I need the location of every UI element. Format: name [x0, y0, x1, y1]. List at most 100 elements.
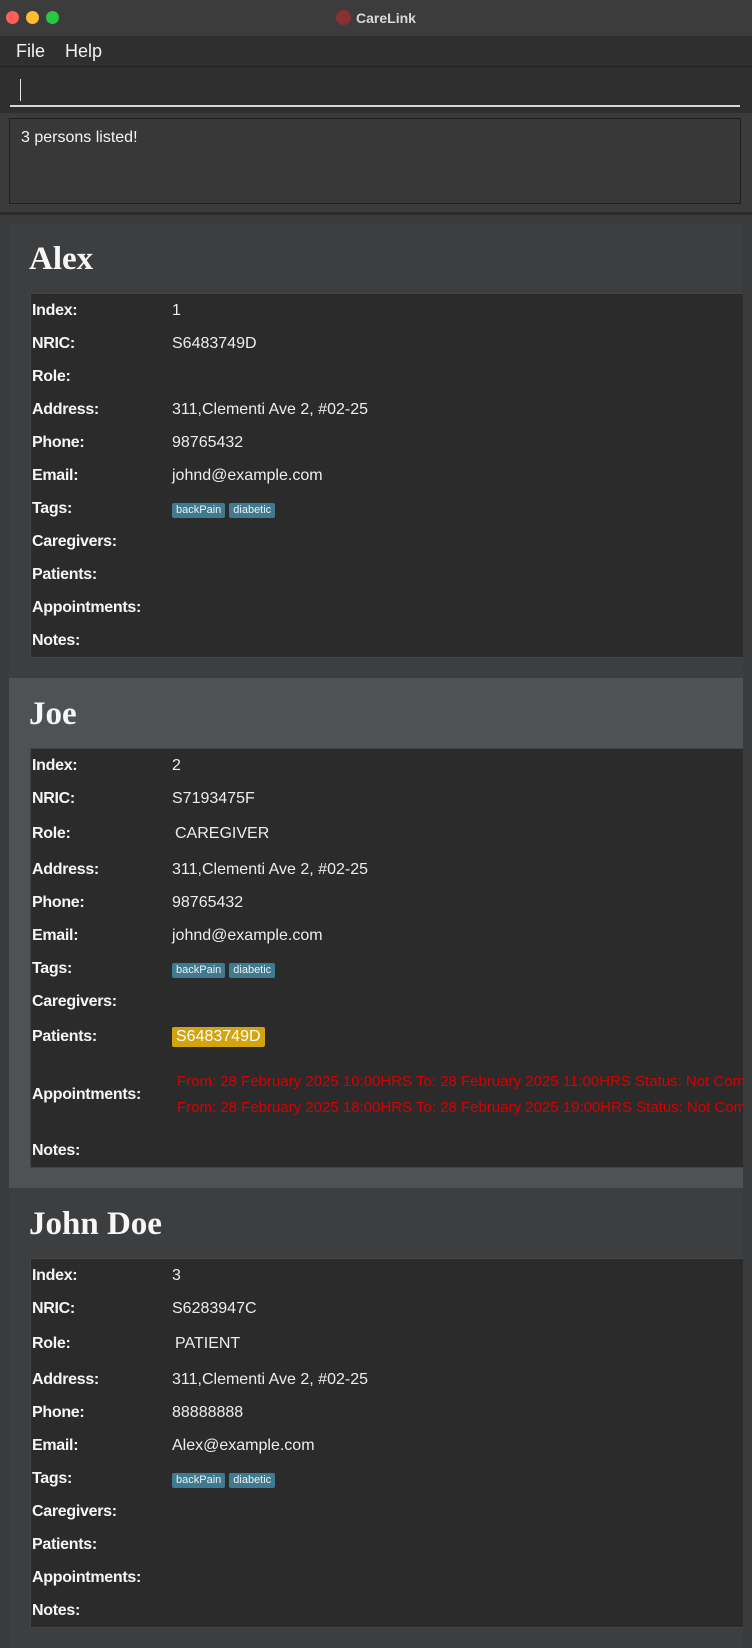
value-email: johnd@example.com — [172, 466, 323, 484]
window-titlebar: CareLink — [0, 0, 752, 37]
detail-row-patients: Patients: — [31, 558, 743, 591]
detail-row-role: Role: PATIENT — [31, 1325, 743, 1363]
value-role: PATIENT — [175, 1335, 241, 1352]
label-caregivers: Caregivers: — [32, 532, 117, 550]
detail-row-email: Email: Alex@example.com — [31, 1429, 743, 1462]
appointments-list: From: 28 February 2025 10:00HRS To: 28 F… — [177, 1069, 744, 1121]
window-title: CareLink — [0, 0, 752, 36]
tag-badge: backPain — [172, 502, 226, 518]
value-index: 3 — [172, 1266, 181, 1284]
value-nric: S6483749D — [172, 334, 257, 352]
value-nric: S7193475F — [172, 789, 255, 807]
app-logo-icon — [336, 10, 352, 25]
tag-badge: diabetic — [229, 502, 276, 518]
detail-row-tags: Tags: backPain diabetic — [31, 492, 743, 525]
label-nric: NRIC: — [32, 1299, 75, 1317]
person-card[interactable]: Alex Index: 1 NRIC: S6483749D Role: Address: 31… — [9, 223, 743, 678]
value-address: 311,Clementi Ave 2, #02-25 — [172, 400, 368, 418]
detail-row-index: Index: 2 — [31, 749, 743, 782]
person-details: Index: 2 NRIC: S7193475F Role: CAREGIVER Addre… — [30, 748, 744, 1168]
value-address: 311,Clementi Ave 2, #02-25 — [172, 1370, 368, 1388]
menu-bar: File Help — [0, 36, 752, 67]
tags-container: backPain diabetic — [172, 500, 279, 518]
value-phone: 98765432 — [172, 433, 244, 451]
label-address: Address: — [32, 1370, 99, 1388]
label-role: Role: — [32, 1335, 71, 1352]
value-address: 311,Clementi Ave 2, #02-25 — [172, 860, 368, 878]
label-appointments: Appointments: — [32, 1086, 141, 1103]
tag-badge: diabetic — [229, 962, 276, 978]
label-patients: Patients: — [32, 1535, 97, 1553]
person-name: Alex — [29, 241, 94, 277]
label-patients: Patients: — [32, 565, 97, 583]
person-card[interactable]: Joe Index: 2 NRIC: S7193475F Role: CAREGIVER Ad… — [9, 678, 744, 1188]
detail-row-appointments: Appointments: — [31, 1561, 743, 1594]
label-phone: Phone: — [32, 433, 85, 451]
detail-row-phone: Phone: 98765432 — [31, 426, 743, 459]
person-list[interactable]: Alex Index: 1 NRIC: S6483749D Role: Address: 31… — [9, 223, 744, 1648]
label-nric: NRIC: — [32, 789, 75, 807]
patient-chip[interactable]: S6483749D — [172, 1027, 265, 1047]
card-bottom-spacer — [9, 1168, 743, 1188]
person-details: Index: 3 NRIC: S6283947C Role: PATIENT Address… — [30, 1258, 743, 1628]
label-nric: NRIC: — [32, 334, 75, 352]
detail-row-appointments: Appointments: From: 28 February 2025 10:0… — [31, 1056, 744, 1134]
label-role: Role: — [32, 367, 71, 385]
detail-row-address: Address: 311,Clementi Ave 2, #02-25 — [31, 1363, 743, 1396]
label-address: Address: — [32, 400, 99, 418]
detail-row-address: Address: 311,Clementi Ave 2, #02-25 — [31, 853, 743, 886]
value-index: 1 — [172, 301, 181, 319]
label-notes: Notes: — [32, 1601, 80, 1619]
detail-row-index: Index: 3 — [31, 1259, 743, 1292]
detail-row-notes: Notes: — [31, 1134, 743, 1167]
detail-row-email: Email: johnd@example.com — [31, 919, 743, 952]
label-notes: Notes: — [32, 1141, 80, 1159]
label-phone: Phone: — [32, 1403, 85, 1421]
label-email: Email: — [32, 1436, 79, 1454]
detail-row-email: Email: johnd@example.com — [31, 459, 743, 492]
label-tags: Tags: — [32, 959, 72, 977]
tags-container: backPain diabetic — [172, 1470, 279, 1488]
divider — [0, 212, 752, 215]
menu-file[interactable]: File — [16, 36, 45, 66]
appointment-entry: From: 28 February 2025 18:00HRS To: 28 F… — [177, 1099, 744, 1116]
command-input[interactable] — [10, 75, 740, 107]
label-caregivers: Caregivers: — [32, 992, 117, 1010]
menu-help[interactable]: Help — [65, 36, 102, 66]
person-card[interactable]: John Doe Index: 3 NRIC: S6283947C Role: PATIEN… — [9, 1188, 743, 1648]
value-email: johnd@example.com — [172, 926, 323, 944]
tag-badge: diabetic — [229, 1472, 276, 1488]
command-box — [0, 67, 752, 113]
person-card-header: Alex — [9, 223, 743, 293]
label-patients: Patients: — [32, 1028, 97, 1045]
person-card-header: John Doe — [9, 1188, 743, 1258]
patients-container: S6483749D — [172, 1027, 265, 1047]
value-phone: 88888888 — [172, 1403, 244, 1421]
window-title-text: CareLink — [356, 10, 416, 26]
detail-row-index: Index: 1 — [31, 294, 743, 327]
detail-row-nric: NRIC: S7193475F — [31, 782, 743, 815]
card-bottom-spacer — [9, 658, 743, 678]
value-role: CAREGIVER — [175, 825, 270, 842]
detail-row-patients: Patients: — [31, 1528, 743, 1561]
detail-row-nric: NRIC: S6283947C — [31, 1292, 743, 1325]
person-details: Index: 1 NRIC: S6483749D Role: Address: 311,Cl… — [30, 293, 743, 658]
label-address: Address: — [32, 860, 99, 878]
detail-row-address: Address: 311,Clementi Ave 2, #02-25 — [31, 393, 743, 426]
label-index: Index: — [32, 756, 78, 774]
detail-row-tags: Tags: backPain diabetic — [31, 952, 743, 985]
label-email: Email: — [32, 466, 79, 484]
value-nric: S6283947C — [172, 1299, 257, 1317]
tag-badge: backPain — [172, 1472, 226, 1488]
value-index: 2 — [172, 756, 181, 774]
text-caret — [20, 79, 21, 101]
person-card-header: Joe — [9, 678, 743, 748]
detail-row-role: Role: — [31, 360, 743, 393]
label-email: Email: — [32, 926, 79, 944]
detail-row-phone: Phone: 98765432 — [31, 886, 743, 919]
label-role: Role: — [32, 825, 71, 842]
tags-container: backPain diabetic — [172, 960, 279, 978]
detail-row-caregivers: Caregivers: — [31, 1495, 743, 1528]
label-index: Index: — [32, 1266, 78, 1284]
detail-row-phone: Phone: 88888888 — [31, 1396, 743, 1429]
